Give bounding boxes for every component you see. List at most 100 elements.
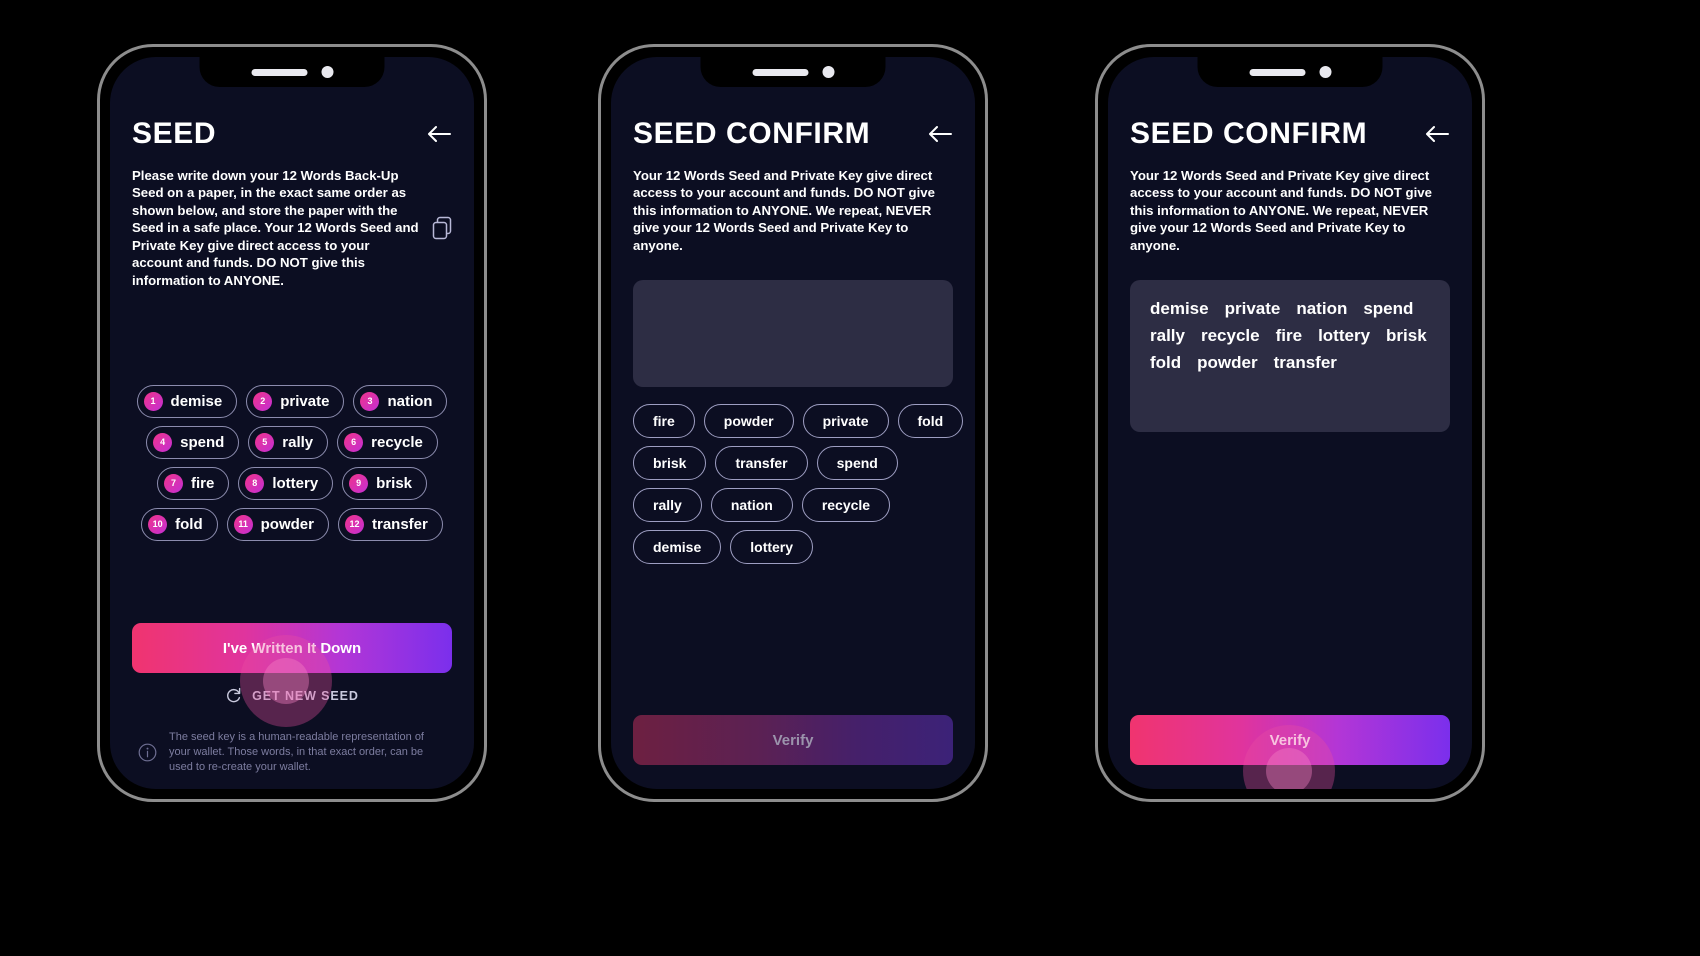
seed-intro-text: Please write down your 12 Words Back-Up … <box>132 168 419 288</box>
pool-word-chip[interactable]: spend <box>816 446 898 481</box>
selected-word[interactable]: demise <box>1150 299 1209 319</box>
selected-word[interactable]: spend <box>1363 299 1413 319</box>
arrow-left-icon[interactable] <box>426 123 452 145</box>
seed-word-row: 10 fold 11 powder 12 transfer <box>132 507 452 541</box>
pool-word-chip[interactable]: demise <box>633 530 722 565</box>
selected-words-dropzone[interactable] <box>633 280 953 388</box>
selected-word[interactable]: nation <box>1296 299 1347 319</box>
seed-word-label: nation <box>387 392 433 410</box>
pool-word-chip[interactable]: powder <box>703 404 794 439</box>
get-new-seed-button[interactable]: GET NEW SEED <box>132 687 452 704</box>
screenshot-stage: SEED Please write down your 12 Words Bac… <box>0 0 1700 956</box>
word-pool-row: brisk transfer spend <box>633 446 953 481</box>
seed-word-label: fire <box>190 474 215 492</box>
seed-confirm-intro-text: Your 12 Words Seed and Private Key give … <box>1130 168 1432 253</box>
seed-confirm-header: SEED CONFIRM <box>1130 119 1450 149</box>
pool-word-chip[interactable]: fire <box>633 404 695 439</box>
seed-word-row: 7 fire 8 lottery 9 brisk <box>132 466 452 500</box>
pool-word-chip[interactable]: rally <box>633 488 702 523</box>
pool-word-chip[interactable]: brisk <box>633 446 707 481</box>
seed-word-chip: 1 demise <box>136 384 238 418</box>
seed-cta-zone: I've Written It Down GET NEW SEED <box>132 623 452 714</box>
pool-word-chip[interactable]: fold <box>897 404 964 439</box>
page-title: SEED CONFIRM <box>633 117 871 150</box>
seed-word-chip: 12 transfer <box>337 507 443 541</box>
phone-notch <box>199 57 385 87</box>
seed-word-chip: 9 brisk <box>342 466 428 500</box>
seed-confirm-header: SEED CONFIRM <box>633 119 953 149</box>
phone-mockup-seed-confirm-filled: SEED CONFIRM Your 12 Words Seed and Priv… <box>1095 44 1485 802</box>
seed-word-chip: 5 rally <box>248 425 329 459</box>
seed-word-index: 4 <box>153 432 173 452</box>
selected-word[interactable]: brisk <box>1386 326 1427 346</box>
seed-confirm-cta-zone: Verify <box>633 715 953 789</box>
phone-screen-seed-confirm-empty: SEED CONFIRM Your 12 Words Seed and Priv… <box>611 57 975 789</box>
selected-word[interactable]: recycle <box>1201 326 1260 346</box>
seed-word-index: 12 <box>344 514 364 534</box>
seed-confirm-cta-zone: Verify <box>1130 715 1450 789</box>
seed-footer-text: The seed key is a human-readable represe… <box>169 731 424 774</box>
seed-header: SEED <box>132 119 452 149</box>
arrow-left-icon[interactable] <box>927 123 953 145</box>
selected-word[interactable]: rally <box>1150 326 1185 346</box>
seed-confirm-intro-block: Your 12 Words Seed and Private Key give … <box>633 167 953 254</box>
selected-word[interactable]: fold <box>1150 353 1181 373</box>
seed-word-index: 9 <box>349 473 369 493</box>
seed-word-index: 1 <box>143 391 163 411</box>
seed-word-index: 8 <box>245 473 265 493</box>
speaker-grille-icon <box>251 68 307 76</box>
pool-word-chip[interactable]: nation <box>710 488 793 523</box>
seed-word-label: recycle <box>371 433 423 451</box>
selected-word[interactable]: transfer <box>1274 353 1337 373</box>
phone-notch <box>700 57 886 87</box>
page-title: SEED <box>132 117 217 150</box>
page-title: SEED CONFIRM <box>1130 117 1368 150</box>
selected-word[interactable]: private <box>1225 299 1281 319</box>
seed-word-chip: 3 nation <box>353 384 448 418</box>
selected-words-dropzone[interactable]: demise private nation spend rally recycl… <box>1130 280 1450 433</box>
word-pool-row: rally nation recycle <box>633 488 953 523</box>
verify-button[interactable]: Verify <box>1130 715 1450 765</box>
seed-word-label: fold <box>175 515 203 533</box>
front-camera-icon <box>1319 66 1331 78</box>
seed-intro-block: Please write down your 12 Words Back-Up … <box>132 167 452 289</box>
front-camera-icon <box>822 66 834 78</box>
seed-word-chip: 4 spend <box>146 425 240 459</box>
pool-word-chip[interactable]: lottery <box>730 530 814 565</box>
seed-word-chip: 6 recycle <box>337 425 438 459</box>
seed-word-index: 7 <box>163 473 183 493</box>
seed-confirm-intro-text: Your 12 Words Seed and Private Key give … <box>633 168 935 253</box>
seed-word-grid: 1 demise 2 private 3 nation 4 spend 5 ra… <box>132 384 452 541</box>
written-it-down-button[interactable]: I've Written It Down <box>132 623 452 674</box>
refresh-icon <box>225 687 242 704</box>
phone-screen-seed: SEED Please write down your 12 Words Bac… <box>110 57 474 789</box>
seed-word-row: 4 spend 5 rally 6 recycle <box>132 425 452 459</box>
info-icon <box>138 743 157 762</box>
seed-word-label: private <box>280 392 330 410</box>
front-camera-icon <box>321 66 333 78</box>
pool-word-chip[interactable]: private <box>802 404 889 439</box>
copy-icon[interactable] <box>432 216 452 240</box>
selected-word[interactable]: powder <box>1197 353 1257 373</box>
seed-confirm-intro-block: Your 12 Words Seed and Private Key give … <box>1130 167 1450 254</box>
phone-mockup-seed: SEED Please write down your 12 Words Bac… <box>97 44 487 802</box>
seed-confirm-filled-content: SEED CONFIRM Your 12 Words Seed and Priv… <box>1108 57 1472 789</box>
seed-word-label: powder <box>260 515 314 533</box>
speaker-grille-icon <box>752 68 808 76</box>
phone-mockup-seed-confirm-empty: SEED CONFIRM Your 12 Words Seed and Priv… <box>598 44 988 802</box>
get-new-seed-label: GET NEW SEED <box>252 688 359 703</box>
pool-word-chip[interactable]: recycle <box>801 488 891 523</box>
selected-word[interactable]: lottery <box>1318 326 1370 346</box>
seed-word-label: brisk <box>376 474 413 492</box>
seed-word-label: demise <box>170 392 223 410</box>
pool-word-chip[interactable]: transfer <box>715 446 808 481</box>
arrow-left-icon[interactable] <box>1424 123 1450 145</box>
verify-button[interactable]: Verify <box>633 715 953 765</box>
selected-word[interactable]: fire <box>1276 326 1302 346</box>
selected-words-list: demise private nation spend rally recycl… <box>1150 299 1430 373</box>
seed-word-index: 6 <box>344 432 364 452</box>
seed-word-chip: 8 lottery <box>238 466 334 500</box>
seed-word-chip: 7 fire <box>156 466 230 500</box>
seed-screen-content: SEED Please write down your 12 Words Bac… <box>110 57 474 789</box>
word-pool: fire powder private fold brisk transfer … <box>633 404 964 565</box>
